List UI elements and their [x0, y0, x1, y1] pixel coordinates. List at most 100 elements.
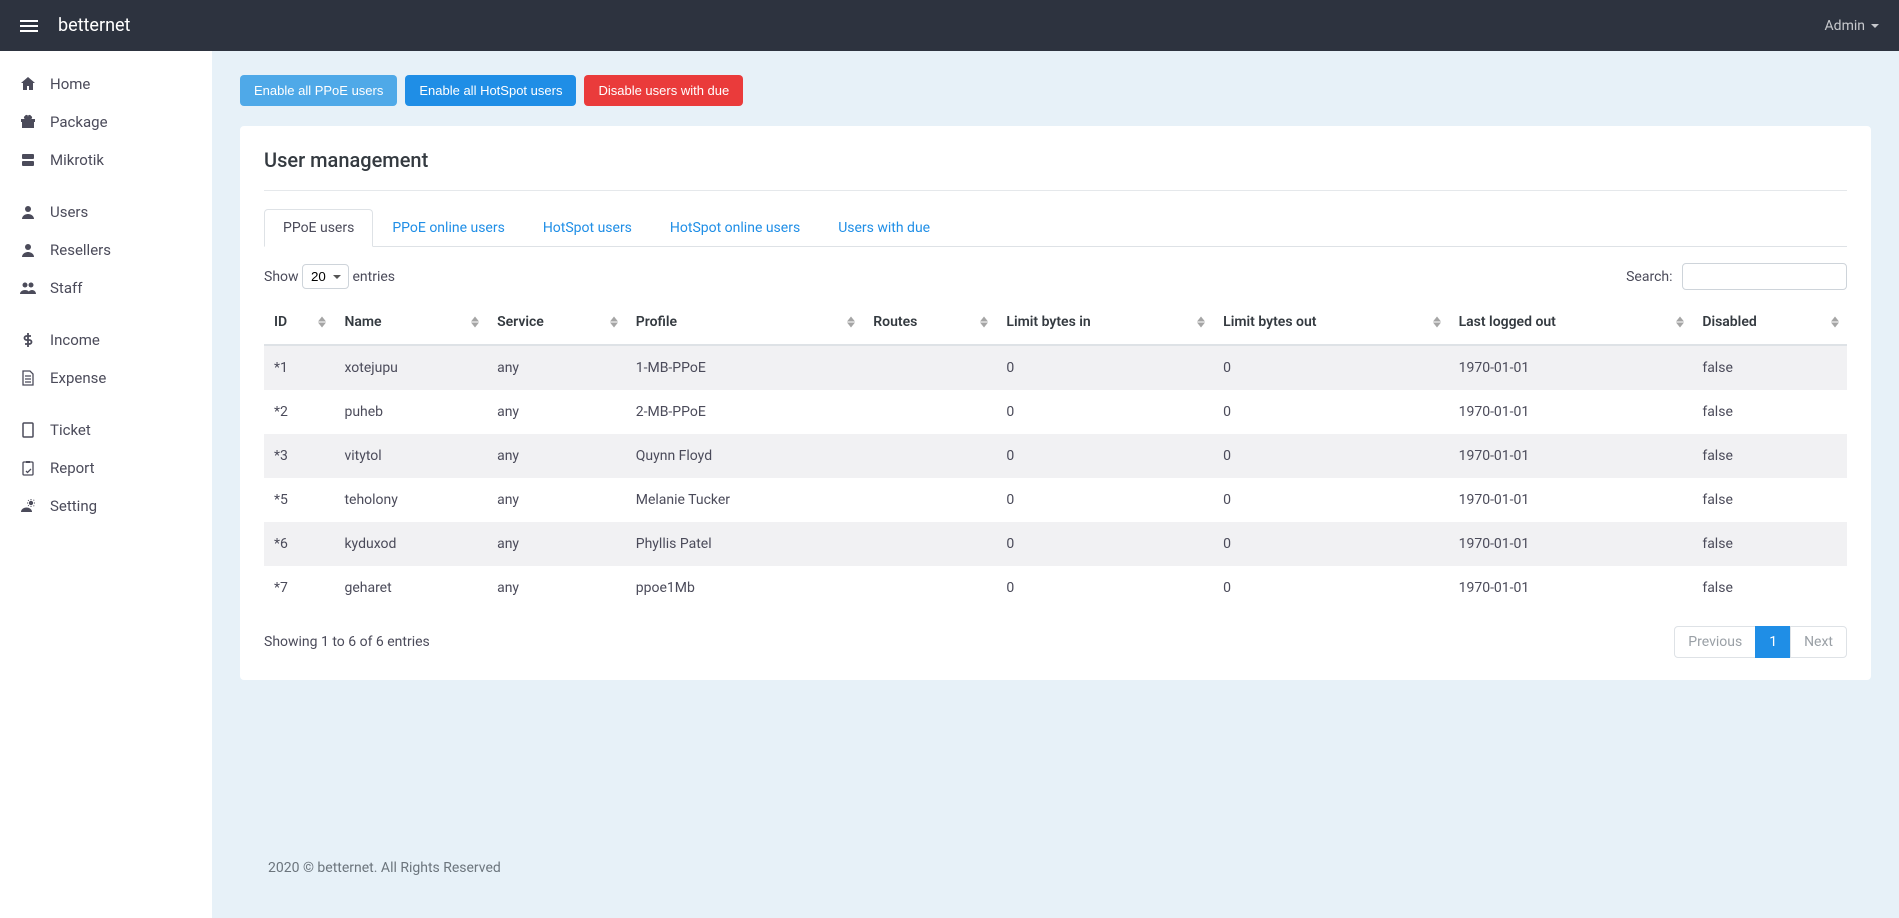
menu-toggle-icon[interactable]	[20, 20, 38, 32]
sidebar-item-label: Ticket	[50, 421, 91, 439]
table-info: Showing 1 to 6 of 6 entries	[264, 634, 430, 650]
table-row[interactable]: *2puhebany2-MB-PPoE001970-01-01false	[264, 390, 1847, 434]
card-title: User management	[264, 148, 1847, 172]
tab-hotspot-online-users[interactable]: HotSpot online users	[651, 209, 819, 247]
table-row[interactable]: *3vitytolanyQuynn Floyd001970-01-01false	[264, 434, 1847, 478]
sidebar-item-mikrotik[interactable]: Mikrotik	[0, 141, 212, 179]
sort-icon	[1831, 317, 1839, 328]
cell-id: *7	[264, 566, 334, 610]
sidebar-item-label: Mikrotik	[50, 151, 104, 169]
sidebar-item-income[interactable]: Income	[0, 321, 212, 359]
cog-icon	[20, 498, 36, 514]
column-service[interactable]: Service	[487, 300, 626, 345]
sidebar-item-users[interactable]: Users	[0, 193, 212, 231]
cell-name: teholony	[334, 478, 487, 522]
sort-icon	[471, 317, 479, 328]
cell-lout: 0	[1213, 478, 1448, 522]
entries-select[interactable]: 20	[302, 264, 349, 289]
enable-hotspot-button[interactable]: Enable all HotSpot users	[405, 75, 576, 106]
column-routes[interactable]: Routes	[863, 300, 996, 345]
caret-down-icon	[1871, 24, 1879, 28]
cell-service: any	[487, 434, 626, 478]
cell-name: kyduxod	[334, 522, 487, 566]
sidebar-item-label: Package	[50, 113, 108, 131]
user-menu[interactable]: Admin	[1825, 18, 1879, 34]
cell-routes	[863, 345, 996, 390]
cell-lout: 0	[1213, 390, 1448, 434]
server-icon	[20, 152, 36, 168]
cell-lout: 0	[1213, 434, 1448, 478]
cell-service: any	[487, 478, 626, 522]
column-id[interactable]: ID	[264, 300, 334, 345]
search-input[interactable]	[1682, 263, 1847, 290]
page-current[interactable]: 1	[1755, 626, 1791, 658]
cell-last: 1970-01-01	[1449, 345, 1693, 390]
tab-users-with-due[interactable]: Users with due	[819, 209, 949, 247]
cell-profile: 2-MB-PPoE	[626, 390, 864, 434]
table-row[interactable]: *6kyduxodanyPhyllis Patel001970-01-01fal…	[264, 522, 1847, 566]
cell-routes	[863, 390, 996, 434]
sidebar-item-package[interactable]: Package	[0, 103, 212, 141]
disable-due-button[interactable]: Disable users with due	[584, 75, 743, 106]
user-icon	[20, 204, 36, 220]
gift-icon	[20, 114, 36, 130]
cell-id: *1	[264, 345, 334, 390]
cell-lout: 0	[1213, 566, 1448, 610]
file-icon	[20, 370, 36, 386]
cell-last: 1970-01-01	[1449, 566, 1693, 610]
sidebar-item-label: Report	[50, 459, 95, 477]
pagination: Previous 1 Next	[1674, 626, 1847, 658]
cell-last: 1970-01-01	[1449, 434, 1693, 478]
footer-text: 2020 © betternet. All Rights Reserved	[240, 842, 1871, 894]
sidebar-item-setting[interactable]: Setting	[0, 487, 212, 525]
sidebar-item-report[interactable]: Report	[0, 449, 212, 487]
topbar: betternet Admin	[0, 0, 1899, 51]
cell-service: any	[487, 390, 626, 434]
cell-service: any	[487, 566, 626, 610]
cell-name: geharet	[334, 566, 487, 610]
sidebar-item-label: Home	[50, 75, 90, 93]
tab-ppoe-users[interactable]: PPoE users	[264, 209, 373, 247]
cell-lin: 0	[996, 345, 1213, 390]
sidebar-item-label: Staff	[50, 279, 82, 297]
enable-ppoe-button[interactable]: Enable all PPoE users	[240, 75, 397, 106]
cell-lout: 0	[1213, 345, 1448, 390]
cell-routes	[863, 434, 996, 478]
table-row[interactable]: *1xotejupuany1-MB-PPoE001970-01-01false	[264, 345, 1847, 390]
column-disabled[interactable]: Disabled	[1692, 300, 1847, 345]
cell-disabled: false	[1692, 522, 1847, 566]
cell-service: any	[487, 345, 626, 390]
table-row[interactable]: *7geharetanyppoe1Mb001970-01-01false	[264, 566, 1847, 610]
search-control: Search:	[1626, 263, 1847, 290]
sort-icon	[847, 317, 855, 328]
column-last-logged-out[interactable]: Last logged out	[1449, 300, 1693, 345]
table-row[interactable]: *5teholonyanyMelanie Tucker001970-01-01f…	[264, 478, 1847, 522]
cell-name: puheb	[334, 390, 487, 434]
sidebar-item-resellers[interactable]: Resellers	[0, 231, 212, 269]
column-profile[interactable]: Profile	[626, 300, 864, 345]
cell-lin: 0	[996, 390, 1213, 434]
cell-lout: 0	[1213, 522, 1448, 566]
column-name[interactable]: Name	[334, 300, 487, 345]
cell-disabled: false	[1692, 478, 1847, 522]
column-limit-bytes-in[interactable]: Limit bytes in	[996, 300, 1213, 345]
sidebar-item-home[interactable]: Home	[0, 65, 212, 103]
page-next[interactable]: Next	[1790, 626, 1847, 658]
sidebar-item-expense[interactable]: Expense	[0, 359, 212, 397]
sort-icon	[1197, 317, 1205, 328]
sort-icon	[610, 317, 618, 328]
cell-disabled: false	[1692, 390, 1847, 434]
cell-id: *3	[264, 434, 334, 478]
sidebar-item-staff[interactable]: Staff	[0, 269, 212, 307]
cell-lin: 0	[996, 478, 1213, 522]
tab-ppoe-online-users[interactable]: PPoE online users	[373, 209, 523, 247]
user-menu-label: Admin	[1825, 18, 1865, 34]
column-limit-bytes-out[interactable]: Limit bytes out	[1213, 300, 1448, 345]
sort-icon	[1433, 317, 1441, 328]
page-previous[interactable]: Previous	[1674, 626, 1756, 658]
cell-id: *2	[264, 390, 334, 434]
home-icon	[20, 76, 36, 92]
sidebar-item-ticket[interactable]: Ticket	[0, 411, 212, 449]
sort-icon	[980, 317, 988, 328]
tab-hotspot-users[interactable]: HotSpot users	[524, 209, 651, 247]
